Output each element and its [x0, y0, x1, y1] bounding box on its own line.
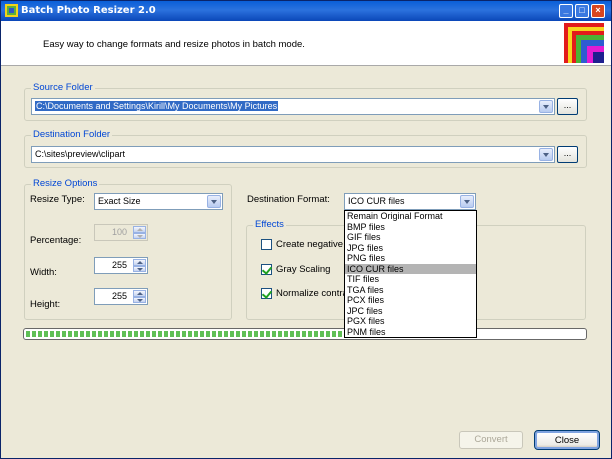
- main-content: Source Folder C:\Documents and Settings\…: [1, 67, 611, 458]
- format-option[interactable]: Remain Original Format: [345, 211, 476, 222]
- height-stepper[interactable]: 255: [94, 288, 148, 305]
- resize-options-group: Resize Options Resize Type: Exact Size P…: [24, 178, 232, 320]
- height-stepper-buttons[interactable]: [133, 290, 146, 303]
- format-option[interactable]: PCX files: [345, 295, 476, 306]
- percentage-stepper: 100: [94, 224, 148, 241]
- height-label: Height:: [30, 299, 61, 310]
- format-option[interactable]: GIF files: [345, 232, 476, 243]
- percentage-label: Percentage:: [30, 235, 82, 246]
- destination-format-value: ICO CUR files: [348, 196, 405, 206]
- gray-scaling-checkbox[interactable]: Gray Scaling: [261, 263, 351, 277]
- create-negative-label: Create negative: [276, 239, 344, 250]
- source-path-value: C:\Documents and Settings\Kirill\My Docu…: [35, 101, 279, 111]
- format-option[interactable]: TGA files: [345, 285, 476, 296]
- destination-folder-label: Destination Folder: [31, 129, 113, 140]
- destination-path-combo[interactable]: C:\sites\preview\clipart: [31, 146, 555, 163]
- normalize-checkbox[interactable]: Normalize contra: [261, 287, 351, 301]
- source-folder-label: Source Folder: [31, 82, 95, 93]
- height-value: 255: [111, 291, 127, 301]
- progress-fill: [26, 331, 344, 337]
- destination-format-dropdown[interactable]: Remain Original Format BMP files GIF files…: [344, 210, 477, 338]
- format-option[interactable]: ICO CUR files: [345, 263, 476, 274]
- format-option[interactable]: TIF files: [345, 274, 476, 285]
- width-stepper-buttons[interactable]: [133, 259, 146, 272]
- close-window-button[interactable]: ×: [591, 4, 605, 18]
- format-option[interactable]: JPG files: [345, 243, 476, 254]
- destination-browse-button[interactable]: ...: [557, 146, 578, 163]
- window-title: Batch Photo Resizer 2.0: [21, 5, 156, 16]
- format-option[interactable]: PNM files: [345, 327, 476, 338]
- percentage-stepper-buttons: [133, 226, 146, 239]
- header-banner: Easy way to change formats and resize ph…: [1, 21, 611, 66]
- chevron-down-icon[interactable]: [539, 100, 553, 113]
- destination-format-select[interactable]: ICO CUR files: [344, 193, 476, 210]
- effects-label: Effects: [253, 219, 286, 230]
- destination-format-label: Destination Format:: [247, 194, 330, 205]
- percentage-value: 100: [111, 227, 127, 237]
- format-option[interactable]: PGX files: [345, 316, 476, 327]
- close-button[interactable]: Close: [534, 430, 600, 450]
- chevron-down-icon[interactable]: [460, 195, 474, 208]
- normalize-label: Normalize contra: [276, 288, 348, 299]
- destination-folder-group: Destination Folder C:\sites\preview\clip…: [24, 129, 587, 168]
- width-label: Width:: [30, 267, 57, 278]
- resize-type-select[interactable]: Exact Size: [94, 193, 223, 210]
- checkbox-checked-icon[interactable]: [261, 288, 272, 299]
- checkbox-checked-icon[interactable]: [261, 264, 272, 275]
- logo-icon: [564, 23, 606, 63]
- convert-button[interactable]: Convert: [459, 431, 523, 449]
- chevron-down-icon[interactable]: [539, 148, 553, 161]
- format-option[interactable]: PNG files: [345, 253, 476, 264]
- gray-scaling-label: Gray Scaling: [276, 264, 331, 275]
- resize-type-value: Exact Size: [98, 196, 141, 206]
- spin-down-icon[interactable]: [133, 265, 146, 272]
- destination-path-value: C:\sites\preview\clipart: [35, 149, 126, 159]
- width-stepper[interactable]: 255: [94, 257, 148, 274]
- title-bar[interactable]: Batch Photo Resizer 2.0 _ □ ×: [1, 1, 611, 21]
- format-option[interactable]: JPC files: [345, 306, 476, 317]
- width-value: 255: [111, 260, 127, 270]
- spin-down-icon[interactable]: [133, 296, 146, 303]
- app-window: Batch Photo Resizer 2.0 _ □ × Easy way t…: [0, 0, 612, 459]
- format-option[interactable]: BMP files: [345, 222, 476, 233]
- source-folder-group: Source Folder C:\Documents and Settings\…: [24, 82, 587, 121]
- maximize-button[interactable]: □: [575, 4, 589, 18]
- minimize-button[interactable]: _: [559, 4, 573, 18]
- resize-type-label: Resize Type:: [30, 194, 85, 205]
- tagline: Easy way to change formats and resize ph…: [43, 39, 305, 50]
- source-browse-button[interactable]: ...: [557, 98, 578, 115]
- app-icon: [5, 4, 18, 17]
- source-path-combo[interactable]: C:\Documents and Settings\Kirill\My Docu…: [31, 98, 555, 115]
- create-negative-checkbox[interactable]: Create negative: [261, 238, 351, 252]
- chevron-down-icon[interactable]: [207, 195, 221, 208]
- checkbox-icon[interactable]: [261, 239, 272, 250]
- progress-bar: [23, 328, 587, 340]
- resize-options-label: Resize Options: [31, 178, 100, 189]
- spin-down-icon: [133, 232, 146, 239]
